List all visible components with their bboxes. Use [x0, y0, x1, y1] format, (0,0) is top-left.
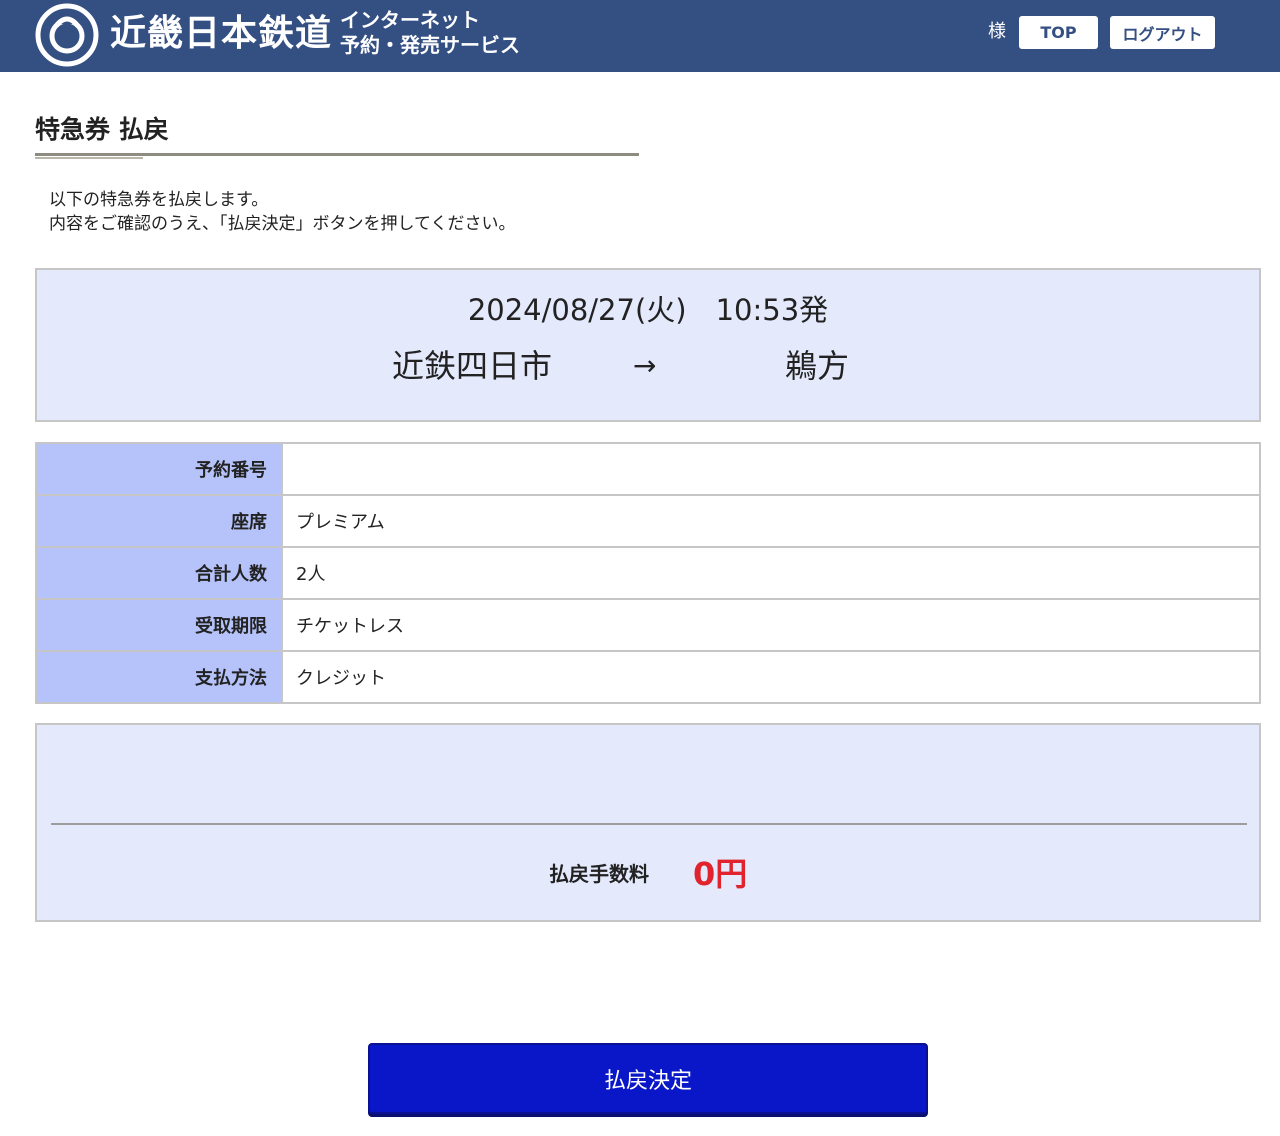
brand-name: 近畿日本鉄道 — [110, 13, 333, 54]
row-label-payment-method: 支払方法 — [35, 650, 283, 704]
kintetsu-logo-icon[interactable] — [34, 2, 100, 68]
title-underline — [35, 153, 639, 156]
refund-fee-label: 払戻手数料 — [549, 862, 649, 886]
site-header: 近畿日本鉄道 インターネット 予約・発売サービス 様 TOP ログアウト — [0, 0, 1280, 72]
row-value-passengers: 2人 — [281, 546, 1261, 600]
arrow-right-icon: → — [633, 349, 657, 382]
arrival-station: 鵜方 — [785, 347, 850, 385]
table-row: 予約番号 — [35, 442, 1261, 496]
row-value-payment-method: クレジット — [281, 650, 1261, 704]
row-label-pickup-deadline: 受取期限 — [35, 598, 283, 652]
refund-fee-value: 0円 — [693, 855, 748, 893]
fee-divider — [51, 823, 1247, 825]
row-label-passengers: 合計人数 — [35, 546, 283, 600]
departure-datetime: 2024/08/27(火) 10:53発 — [467, 293, 829, 327]
page-title: 特急券 払戻 — [35, 115, 169, 144]
confirm-refund-button[interactable]: 払戻決定 — [368, 1043, 928, 1114]
table-row: 座席 プレミアム — [35, 494, 1261, 548]
row-value-pickup-deadline: チケットレス — [281, 598, 1261, 652]
top-button[interactable]: TOP — [1019, 16, 1098, 49]
reservation-details-table: 予約番号 座席 プレミアム 合計人数 2人 受取期限 チケットレス 支払方法 ク… — [35, 442, 1261, 704]
service-line-2: 予約・発売サービス — [340, 33, 520, 57]
instruction-text: 以下の特急券を払戻します。 内容をご確認のうえ、「払戻決定」ボタンを押してくださ… — [49, 188, 515, 236]
row-label-seat: 座席 — [35, 494, 283, 548]
user-name-suffix: 様 — [988, 21, 1006, 42]
table-row: 支払方法 クレジット — [35, 650, 1261, 704]
table-row: 合計人数 2人 — [35, 546, 1261, 600]
departure-station: 近鉄四日市 — [392, 347, 553, 385]
table-row: 受取期限 チケットレス — [35, 598, 1261, 652]
service-line-1: インターネット — [340, 8, 480, 32]
logout-button[interactable]: ログアウト — [1110, 16, 1215, 49]
title-underline-accent — [35, 157, 143, 159]
journey-summary: 2024/08/27(火) 10:53発 近鉄四日市 → 鵜方 — [35, 268, 1261, 422]
row-label-reservation-number: 予約番号 — [35, 442, 283, 496]
instruction-line-2: 内容をご確認のうえ、「払戻決定」ボタンを押してください。 — [49, 214, 516, 234]
row-value-reservation-number — [281, 442, 1261, 496]
refund-fee-panel: 払戻手数料 0円 — [35, 723, 1261, 922]
row-value-seat: プレミアム — [281, 494, 1261, 548]
service-name: インターネット 予約・発売サービス — [340, 8, 520, 58]
instruction-line-1: 以下の特急券を払戻します。 — [49, 190, 269, 210]
